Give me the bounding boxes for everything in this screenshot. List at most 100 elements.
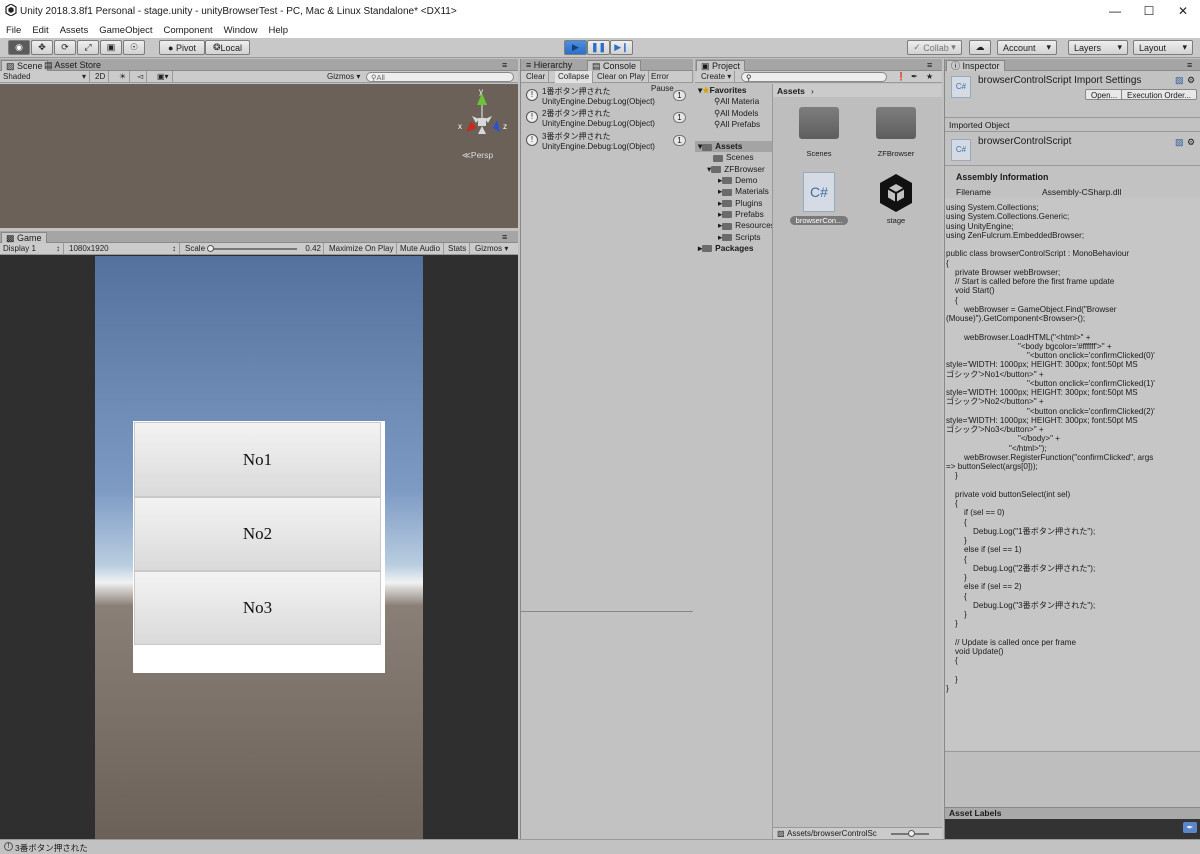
panel-menu-icon[interactable]: ≡ bbox=[1183, 60, 1196, 71]
view-tool-eye-icon[interactable]: ◉ bbox=[8, 40, 30, 55]
open-button[interactable]: Open... bbox=[1085, 89, 1124, 100]
maximize-icon[interactable]: ☐ bbox=[1132, 0, 1166, 22]
tree-item-scripts[interactable]: ▸ Scripts bbox=[698, 232, 772, 243]
rotate-tool-icon[interactable]: ⟳ bbox=[54, 40, 76, 55]
assets-node[interactable]: ▾ Assets bbox=[695, 141, 772, 153]
packages-node[interactable]: ▸ Packages bbox=[698, 243, 772, 254]
transform-tool-icon[interactable]: ☉ bbox=[123, 40, 145, 55]
browser-button-no1[interactable]: No1 bbox=[134, 422, 381, 497]
project-search-input[interactable]: ⚲ bbox=[741, 72, 887, 82]
grid-item-browsercontrolscript[interactable]: C# browserCon... bbox=[790, 172, 848, 228]
favorite-star-icon[interactable]: ★ bbox=[923, 71, 936, 83]
menu-gameobject[interactable]: GameObject bbox=[99, 25, 152, 36]
console-entry[interactable]: ! 1番ボタン押された UnityEngine.Debug:Log(Object)… bbox=[522, 86, 690, 107]
help-book-icon[interactable]: ▨ bbox=[1175, 137, 1184, 148]
status-bar[interactable]: ! 3番ボタン押された bbox=[0, 839, 1200, 854]
lighting-icon[interactable]: ☀ bbox=[116, 71, 131, 83]
move-tool-icon[interactable]: ✥ bbox=[31, 40, 53, 55]
browser-button-no2[interactable]: No2 bbox=[134, 497, 381, 571]
tree-item-plugins[interactable]: ▸ Plugins bbox=[698, 198, 772, 209]
menu-component[interactable]: Component bbox=[164, 25, 213, 36]
stats-toggle[interactable]: Stats bbox=[445, 243, 471, 255]
scene-search-input[interactable]: ⚲All bbox=[366, 72, 514, 82]
menu-edit[interactable]: Edit bbox=[32, 25, 48, 36]
collapse-toggle[interactable]: Collapse bbox=[555, 71, 594, 83]
tab-game[interactable]: ▩ Game bbox=[1, 232, 47, 243]
execution-order-button[interactable]: Execution Order... bbox=[1121, 89, 1198, 100]
scene-gizmo-icon[interactable] bbox=[455, 88, 510, 143]
grid-item-stage[interactable]: stage bbox=[871, 172, 921, 228]
toggle-2d[interactable]: 2D bbox=[92, 71, 110, 83]
title-bar: Unity 2018.3.8f1 Personal - stage.unity … bbox=[0, 0, 1200, 22]
collab-dropdown[interactable]: ✓ Collab ▾ bbox=[907, 40, 962, 55]
effects-icon[interactable]: ▣▾ bbox=[154, 71, 173, 83]
clear-on-play-toggle[interactable]: Clear on Play bbox=[594, 71, 650, 83]
panel-menu-icon[interactable]: ≡ bbox=[923, 60, 936, 71]
icon-size-slider-handle[interactable] bbox=[908, 830, 915, 837]
filter-label-icon[interactable]: ✒ bbox=[908, 71, 921, 83]
shading-dropdown[interactable]: Shaded ▾ bbox=[0, 71, 90, 83]
tree-item-scenes[interactable]: Scenes bbox=[698, 152, 772, 163]
tab-project[interactable]: ▣ Project bbox=[696, 60, 746, 71]
favorite-item[interactable]: ⚲All Prefabs bbox=[698, 119, 772, 130]
gear-icon[interactable]: ⚙ bbox=[1187, 137, 1195, 148]
tree-item-resources[interactable]: ▸ Resources bbox=[698, 220, 772, 231]
menu-file[interactable]: File bbox=[6, 25, 21, 36]
pause-icon: ❚❚ bbox=[590, 42, 607, 52]
menu-help[interactable]: Help bbox=[268, 25, 288, 36]
rect-tool-icon[interactable]: ▣ bbox=[100, 40, 122, 55]
pivot-toggle[interactable]: ● Pivot bbox=[159, 40, 205, 55]
filter-type-icon[interactable]: ❗ bbox=[893, 71, 909, 83]
tab-console[interactable]: ▤ Console bbox=[587, 60, 642, 71]
layers-dropdown[interactable]: Layers ▾ bbox=[1068, 40, 1128, 55]
tab-hierarchy[interactable]: ≡ Hierarchy bbox=[522, 60, 576, 71]
clear-button[interactable]: Clear bbox=[523, 71, 550, 83]
info-icon: ! bbox=[526, 89, 538, 101]
pause-button[interactable]: ❚❚ bbox=[587, 40, 610, 55]
menu-window[interactable]: Window bbox=[224, 25, 258, 36]
scale-slider[interactable]: Scale 0.42 bbox=[182, 243, 324, 255]
grid-item-scenes[interactable]: Scenes bbox=[794, 107, 844, 163]
close-icon[interactable]: ✕ bbox=[1166, 0, 1200, 22]
grid-item-zfbrowser[interactable]: ZFBrowser bbox=[871, 107, 921, 163]
minimize-icon[interactable]: — bbox=[1098, 0, 1132, 22]
panel-menu-icon[interactable]: ≡ bbox=[498, 232, 511, 243]
tab-asset-store[interactable]: ▤ Asset Store bbox=[40, 60, 105, 71]
game-gizmos-dropdown[interactable]: Gizmos ▾ bbox=[472, 243, 511, 255]
scale-handle[interactable] bbox=[207, 245, 214, 252]
display-dropdown[interactable]: Display 1 ↕ bbox=[0, 243, 64, 255]
label-tag-icon[interactable]: ✒ bbox=[1183, 822, 1197, 833]
maximize-on-play-toggle[interactable]: Maximize On Play bbox=[326, 243, 398, 255]
step-button[interactable]: ▶❙ bbox=[610, 40, 633, 55]
scene-viewport[interactable]: y x z ≪Persp bbox=[0, 84, 518, 228]
panel-menu-icon[interactable]: ≡ bbox=[498, 60, 511, 71]
favorite-item[interactable]: ⚲All Materia bbox=[698, 96, 772, 107]
console-divider[interactable] bbox=[521, 611, 693, 612]
play-button[interactable]: ▶ bbox=[564, 40, 587, 55]
account-dropdown[interactable]: Account ▾ bbox=[997, 40, 1057, 55]
tree-item-zfbrowser[interactable]: ▾ ZFBrowser bbox=[698, 164, 772, 175]
create-dropdown[interactable]: Create ▾ bbox=[698, 71, 736, 83]
scale-tool-icon[interactable]: ⤢ bbox=[77, 40, 99, 55]
menu-assets[interactable]: Assets bbox=[60, 25, 89, 36]
gizmos-dropdown[interactable]: Gizmos ▾ bbox=[324, 71, 363, 83]
gear-icon[interactable]: ⚙ bbox=[1187, 75, 1195, 86]
axis-z-label: z bbox=[503, 122, 507, 131]
console-entry[interactable]: ! 2番ボタン押された UnityEngine.Debug:Log(Object)… bbox=[522, 108, 690, 129]
local-toggle[interactable]: ❂ Local bbox=[205, 40, 250, 55]
resolution-dropdown[interactable]: 1080x1920 ↕ bbox=[66, 243, 180, 255]
tree-item-prefabs[interactable]: ▸ Prefabs bbox=[698, 209, 772, 220]
error-pause-toggle[interactable]: Error Pause bbox=[648, 71, 693, 93]
audio-icon[interactable]: ◅ bbox=[134, 71, 148, 83]
favorites-node[interactable]: ▾★Favorites bbox=[698, 85, 772, 96]
tree-item-demo[interactable]: ▸ Demo bbox=[698, 175, 772, 186]
console-entry[interactable]: ! 3番ボタン押された UnityEngine.Debug:Log(Object)… bbox=[522, 131, 690, 152]
mute-audio-toggle[interactable]: Mute Audio bbox=[397, 243, 445, 255]
help-book-icon[interactable]: ▨ bbox=[1175, 75, 1184, 86]
favorite-item[interactable]: ⚲All Models bbox=[698, 108, 772, 119]
layout-dropdown[interactable]: Layout ▾ bbox=[1133, 40, 1193, 55]
tab-inspector[interactable]: ⓘ Inspector bbox=[946, 60, 1005, 71]
browser-button-no3[interactable]: No3 bbox=[134, 571, 381, 645]
tree-item-materials[interactable]: ▸ Materials bbox=[698, 186, 772, 197]
cloud-icon[interactable]: ☁ bbox=[969, 40, 991, 55]
